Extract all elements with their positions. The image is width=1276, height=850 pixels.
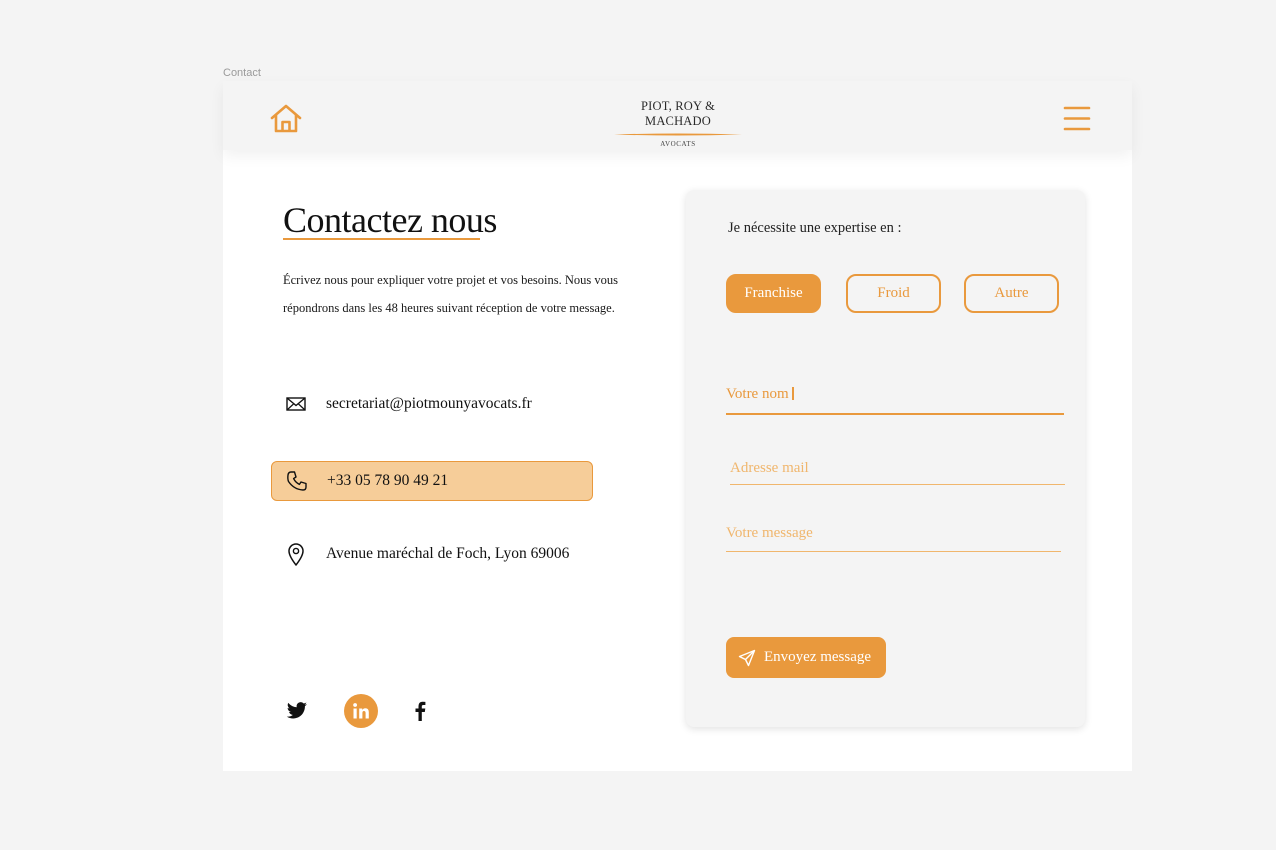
envelope-icon bbox=[281, 396, 311, 412]
option-franchise-button[interactable]: Franchise bbox=[726, 274, 821, 313]
linkedin-icon bbox=[353, 703, 369, 719]
email-field[interactable] bbox=[730, 452, 1065, 485]
menu-button[interactable] bbox=[1061, 105, 1093, 133]
logo-subtitle: AVOCATS bbox=[660, 140, 696, 148]
address-text: Avenue maréchal de Foch, Lyon 69006 bbox=[326, 545, 570, 562]
facebook-icon bbox=[415, 701, 426, 721]
page-title: Contactez nous bbox=[283, 200, 497, 240]
social-links bbox=[283, 693, 432, 729]
contact-form-card: Je nécessite une expertise en : Franchis… bbox=[686, 190, 1085, 727]
option-froid-button[interactable]: Froid bbox=[846, 274, 941, 313]
twitter-link[interactable] bbox=[283, 697, 311, 725]
text-cursor bbox=[791, 387, 794, 400]
frame-label: Contact bbox=[223, 67, 261, 79]
message-field[interactable] bbox=[726, 515, 1061, 552]
contact-email[interactable]: secretariat@piotmounyavocats.fr bbox=[271, 384, 593, 424]
option-autre-button[interactable]: Autre bbox=[964, 274, 1059, 313]
firm-logo[interactable]: PIOT, ROY & MACHADO AVOCATS bbox=[611, 99, 745, 148]
linkedin-link[interactable] bbox=[344, 694, 378, 728]
logo-swoosh bbox=[614, 133, 742, 136]
name-field-text: Votre nom bbox=[726, 386, 789, 402]
title-underline bbox=[283, 238, 480, 240]
email-text: secretariat@piotmounyavocats.fr bbox=[326, 395, 532, 412]
name-field-value: Votre nom bbox=[726, 386, 794, 403]
name-field[interactable]: Votre nom bbox=[726, 381, 1064, 415]
send-message-button[interactable]: Envoyez message bbox=[726, 637, 886, 678]
home-icon bbox=[270, 104, 302, 133]
contact-phone[interactable]: +33 05 78 90 49 21 bbox=[271, 461, 593, 501]
top-navbar: PIOT, ROY & MACHADO AVOCATS bbox=[223, 81, 1132, 150]
hamburger-menu-icon bbox=[1063, 106, 1091, 131]
send-icon bbox=[738, 649, 756, 667]
location-pin-icon bbox=[281, 542, 311, 566]
phone-icon bbox=[282, 470, 312, 492]
contact-page: PIOT, ROY & MACHADO AVOCATS Contactez no… bbox=[223, 81, 1132, 771]
contact-address[interactable]: Avenue maréchal de Foch, Lyon 69006 bbox=[271, 534, 593, 574]
twitter-icon bbox=[286, 702, 307, 719]
intro-text: Écrivez nous pour expliquer votre projet… bbox=[283, 273, 619, 315]
logo-firm-name: PIOT, ROY & MACHADO bbox=[640, 99, 716, 128]
send-button-label: Envoyez message bbox=[764, 649, 872, 665]
facebook-link[interactable] bbox=[408, 697, 432, 725]
home-button[interactable] bbox=[269, 103, 303, 135]
phone-text: +33 05 78 90 49 21 bbox=[327, 472, 449, 489]
expertise-label: Je nécessite une expertise en : bbox=[728, 220, 902, 236]
